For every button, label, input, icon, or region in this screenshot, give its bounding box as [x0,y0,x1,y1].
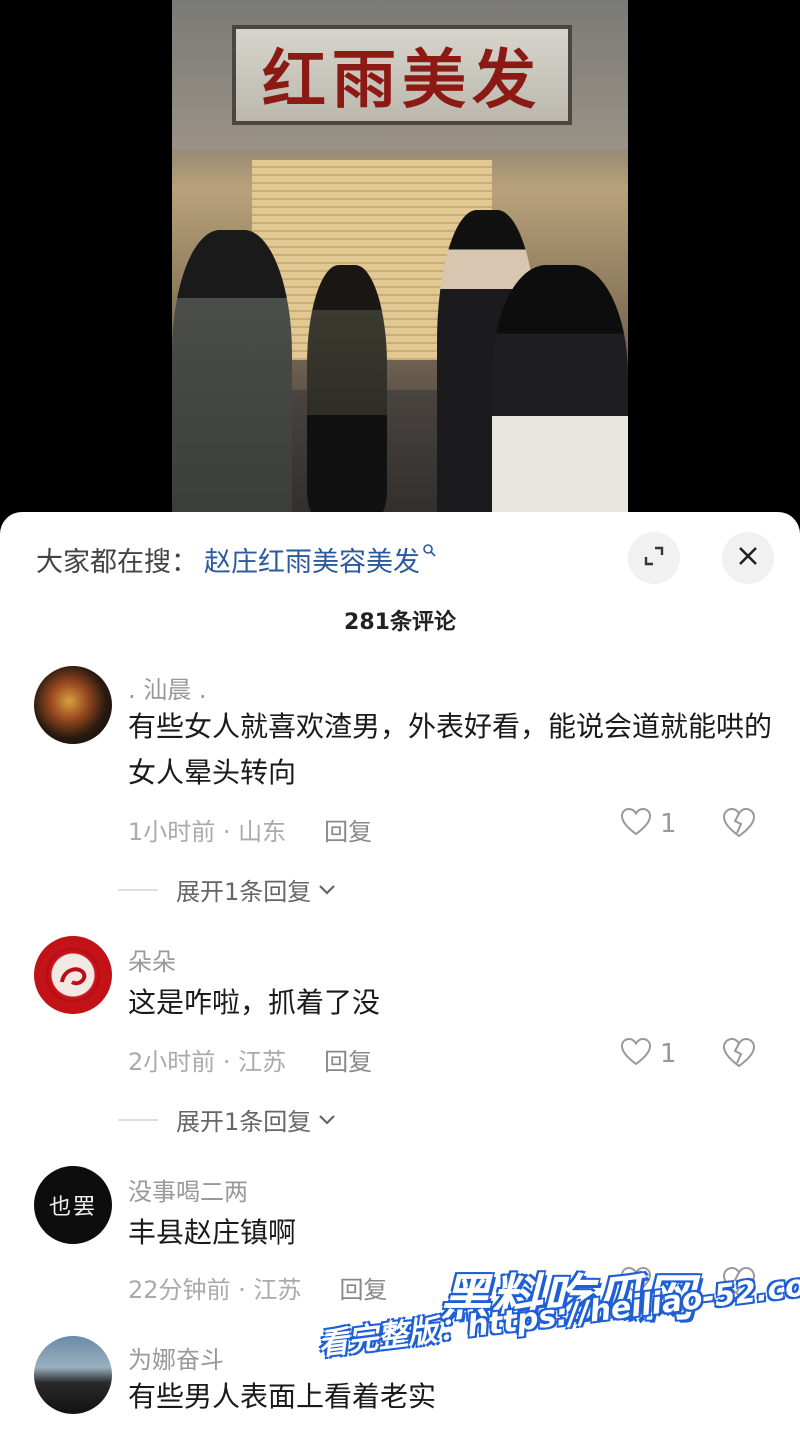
person-man-center [307,265,387,515]
video-frame: 红雨美发 [172,0,628,540]
person-woman-right [492,265,628,540]
comment-time-location: 22分钟前 · 江苏 [128,1276,302,1304]
shop-sign-text: 红雨美发 [262,43,542,118]
like-button[interactable]: 1 [620,1037,677,1071]
comment-text: 这是咋啦，抓着了没 [128,986,381,1019]
shop-signboard: 红雨美发 [232,25,572,125]
broken-heart-icon [722,807,756,843]
person-woman-left [172,230,292,540]
like-button[interactable]: 1 [620,807,677,841]
comment-time-location: 1小时前 · 山东 [128,818,287,846]
avatar-text: 也罢 [48,1195,97,1220]
trending-search-prefix: 大家都在搜： [36,546,198,578]
chevron-down-icon [317,1108,337,1132]
expand-divider [118,1118,158,1121]
dislike-button[interactable] [722,1037,756,1073]
broken-heart-icon [722,1037,756,1073]
trending-search-term[interactable]: 赵庄红雨美容美发 [204,540,420,579]
heart-icon [620,1037,652,1071]
dislike-button[interactable] [722,807,756,843]
comment-text: 有些男人表面上看着老实 [128,1380,437,1413]
comment-username[interactable]: 朵朵 [128,942,176,977]
comment-text: 有些女人就喜欢渣男，外表好看，能说会道就能哄的女人晕头转向 [128,710,773,789]
avatar[interactable] [34,666,112,744]
comment-meta: 1小时前 · 山东 回复 [128,812,372,847]
avatar[interactable] [34,936,112,1014]
trending-search[interactable]: 大家都在搜： 赵庄红雨美容美发 [36,536,436,582]
comment-text: 丰县赵庄镇啊 [128,1216,297,1249]
reply-button[interactable]: 回复 [339,1270,387,1305]
close-button[interactable] [722,532,774,584]
expand-replies-label: 展开1条回复 [176,878,312,906]
reply-button[interactable]: 回复 [324,1042,372,1077]
comment-username[interactable]: 没事喝二两 [128,1172,248,1207]
comment-username[interactable]: 为娜奋斗 [128,1340,224,1375]
comment-username[interactable]: . 汕晨 . [128,670,207,705]
reply-button[interactable]: 回复 [324,812,372,847]
comment-time-location: 2小时前 · 江苏 [128,1048,287,1076]
comment-meta: 2小时前 · 江苏 回复 [128,1042,372,1077]
video-player[interactable]: 红雨美发 [0,0,800,540]
expand-replies[interactable]: 展开1条回复 [118,1102,337,1137]
expand-panel-button[interactable] [628,532,680,584]
comment-count: 281条评论 [344,610,456,635]
avatar[interactable] [34,1336,112,1414]
expand-replies-label: 展开1条回复 [176,1108,312,1136]
expand-divider [118,888,158,891]
chevron-down-icon [317,878,337,902]
close-icon [737,545,759,571]
heart-icon [620,807,652,841]
expand-icon [641,543,667,573]
avatar[interactable]: 也罢 [34,1166,112,1244]
like-count: 1 [660,1039,677,1069]
search-icon [422,542,436,561]
like-count: 1 [660,809,677,839]
dragon-emblem-icon [45,947,101,1003]
comment-meta: 22分钟前 · 江苏 回复 [128,1270,387,1305]
expand-replies[interactable]: 展开1条回复 [118,872,337,907]
